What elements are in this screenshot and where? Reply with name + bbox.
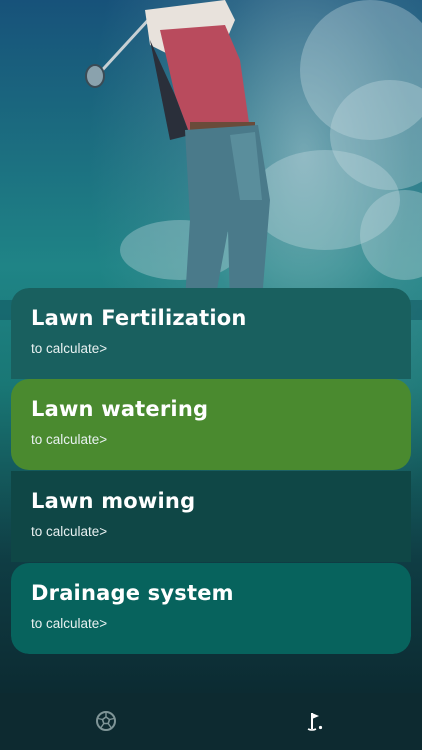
card-lawn-watering[interactable]: Lawn watering to calculate> (11, 379, 411, 470)
card-drainage-system[interactable]: Drainage system to calculate> (11, 563, 411, 654)
card-title: Lawn Fertilization (31, 306, 247, 330)
calculate-link[interactable]: to calculate> (31, 432, 391, 447)
soccer-ball-icon (96, 711, 116, 731)
golf-flag-icon (307, 713, 323, 731)
calculate-link[interactable]: to calculate> (31, 341, 391, 356)
calculate-link[interactable]: to calculate> (31, 616, 391, 631)
bottom-navigation (0, 693, 422, 750)
card-title: Drainage system (31, 581, 234, 605)
nav-tab-golf[interactable] (302, 708, 328, 734)
card-lawn-mowing[interactable]: Lawn mowing to calculate> (11, 471, 411, 562)
card-title: Lawn watering (31, 397, 209, 421)
calculator-menu: Lawn Fertilization to calculate> Lawn wa… (11, 288, 411, 654)
card-title: Lawn mowing (31, 489, 196, 513)
golfer-illustration (0, 0, 422, 320)
card-lawn-fertilization[interactable]: Lawn Fertilization to calculate> (11, 288, 411, 379)
calculate-link[interactable]: to calculate> (31, 524, 391, 539)
nav-tab-ball[interactable] (93, 708, 119, 734)
